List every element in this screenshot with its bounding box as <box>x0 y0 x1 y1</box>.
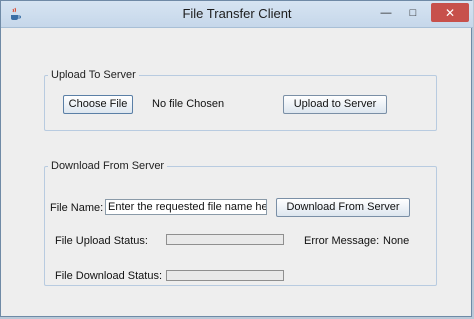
error-message-label: Error Message: <box>304 235 380 247</box>
content-panel: Upload To Server Choose File No file Cho… <box>5 28 467 312</box>
download-from-server-button[interactable]: Download From Server <box>276 198 410 217</box>
download-progress-bar <box>166 270 284 281</box>
download-group: Download From Server <box>44 160 437 286</box>
close-button[interactable]: ✕ <box>431 3 469 22</box>
upload-progress-bar <box>166 234 284 245</box>
file-name-input[interactable]: Enter the requested file name here <box>105 199 267 215</box>
title-bar[interactable]: File Transfer Client — □ ✕ <box>1 1 473 28</box>
download-status-label: File Download Status: <box>55 270 162 282</box>
upload-group-legend: Upload To Server <box>51 69 136 81</box>
upload-to-server-button[interactable]: Upload to Server <box>283 95 387 114</box>
file-chosen-status: No file Chosen <box>152 98 225 110</box>
error-message-value: None <box>383 235 410 247</box>
minimize-button[interactable]: — <box>374 3 398 22</box>
file-name-label: File Name: <box>50 202 104 214</box>
file-transfer-window: File Transfer Client — □ ✕ Upload To Ser… <box>0 0 473 317</box>
maximize-button[interactable]: □ <box>401 3 425 22</box>
download-group-legend: Download From Server <box>51 160 165 172</box>
choose-file-button[interactable]: Choose File <box>63 95 133 114</box>
upload-status-label: File Upload Status: <box>55 235 148 247</box>
